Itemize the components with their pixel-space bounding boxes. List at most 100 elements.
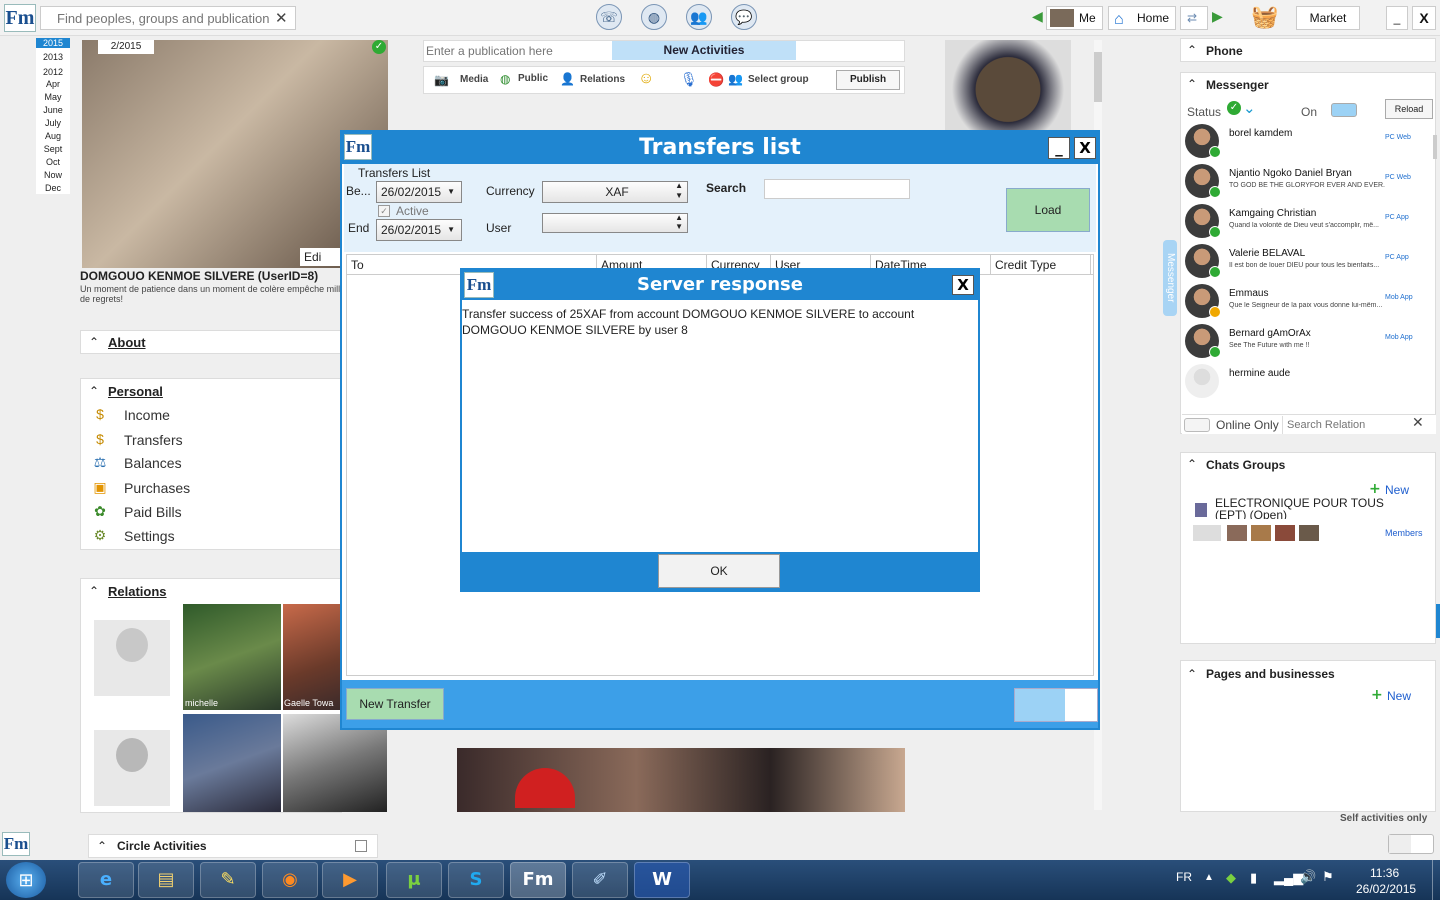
timeline-year-2013[interactable]: 2013: [36, 52, 70, 62]
relation-avatar-placeholder[interactable]: [94, 730, 170, 806]
load-button[interactable]: Load: [1006, 188, 1090, 232]
phone-call-icon[interactable]: ☏: [596, 4, 622, 30]
basket-icon[interactable]: 🧺: [1250, 4, 1280, 32]
clear-search-icon[interactable]: ✕: [1412, 415, 1424, 431]
app-logo[interactable]: Fm: [4, 4, 36, 32]
publish-button[interactable]: Publish: [836, 70, 900, 90]
relation-avatar-placeholder[interactable]: [94, 620, 170, 696]
user-select[interactable]: ▲ ▼: [542, 213, 688, 233]
month-item[interactable]: May: [36, 91, 70, 104]
feed-thumbnail[interactable]: [945, 40, 1071, 130]
people-icon[interactable]: 👥: [686, 4, 712, 30]
phone-section[interactable]: ⌃ Phone: [1180, 38, 1436, 62]
column-credit-type[interactable]: Credit Type: [991, 255, 1091, 275]
me-button[interactable]: Me: [1046, 6, 1103, 30]
begin-date-picker[interactable]: 26/02/2015 ▼: [376, 181, 462, 203]
explorer-icon[interactable]: ▤: [138, 862, 194, 898]
forward-arrow-icon[interactable]: ▶: [1212, 8, 1223, 25]
clock-time[interactable]: 11:36: [1370, 866, 1399, 880]
contact-item[interactable]: Njantio Ngoko Daniel Bryan TO GOD BE THE …: [1185, 164, 1435, 204]
volume-icon[interactable]: 🔊: [1300, 869, 1316, 885]
month-item[interactable]: Dec: [36, 182, 70, 195]
chat-icon[interactable]: 💬: [731, 4, 757, 30]
relation-photo[interactable]: michelle: [183, 604, 281, 710]
tray-app-icon[interactable]: ◆: [1226, 870, 1236, 886]
relations-label[interactable]: Relations: [108, 584, 167, 599]
paint-icon[interactable]: ✐: [572, 862, 628, 898]
search-clear-icon[interactable]: ✕: [275, 9, 288, 27]
menu-purchases[interactable]: ▣ Purchases: [90, 479, 190, 497]
ok-button[interactable]: OK: [658, 554, 780, 588]
active-checkbox[interactable]: ✓: [378, 205, 390, 217]
footer-toggle[interactable]: [1014, 688, 1098, 722]
messenger-side-tab[interactable]: Messenger: [1163, 240, 1177, 316]
collapse-chevron-icon[interactable]: ⌃: [1187, 667, 1197, 681]
public-button[interactable]: Public: [518, 73, 548, 84]
edit-photo-button[interactable]: Edi: [300, 248, 340, 266]
collapse-chevron-icon[interactable]: ⌃: [1187, 43, 1197, 57]
status-dropdown-icon[interactable]: ⌄: [1243, 99, 1256, 117]
month-item[interactable]: Sept: [36, 143, 70, 156]
no-entry-icon[interactable]: ⛔: [708, 72, 724, 88]
publication-box[interactable]: New Activities: [423, 40, 905, 62]
circle-activities-bar[interactable]: ⌃ Circle Activities: [88, 834, 378, 858]
close-app-button[interactable]: X: [1412, 6, 1436, 30]
firefox-icon[interactable]: ◉: [262, 862, 318, 898]
relations-button[interactable]: Relations: [580, 74, 625, 85]
transfer-search-input[interactable]: [764, 179, 910, 199]
new-page-button[interactable]: New: [1387, 689, 1411, 703]
flag-icon[interactable]: ⚑: [1322, 869, 1334, 885]
home-button[interactable]: ⌂ Home: [1108, 6, 1177, 30]
close-dialog-button[interactable]: X: [1074, 137, 1096, 159]
month-item[interactable]: Oct: [36, 156, 70, 169]
feed-image[interactable]: [457, 748, 905, 812]
fm-app-icon[interactable]: Fm: [510, 862, 566, 898]
media-player-icon[interactable]: ▶: [322, 862, 378, 898]
tool-icon[interactable]: ✎: [200, 862, 256, 898]
collapse-chevron-icon[interactable]: ⌃: [89, 584, 99, 598]
collapse-chevron-icon[interactable]: ⌃: [89, 335, 99, 349]
members-link[interactable]: Members: [1385, 528, 1423, 538]
sync-button[interactable]: ⇄: [1180, 6, 1208, 30]
relation-photo[interactable]: [183, 714, 281, 812]
menu-paid-bills[interactable]: ✿ Paid Bills: [90, 503, 181, 521]
minimize-dialog-button[interactable]: _: [1048, 137, 1070, 159]
currency-select[interactable]: XAF ▲ ▼: [542, 181, 688, 203]
personal-label[interactable]: Personal: [108, 384, 163, 399]
collapse-chevron-icon[interactable]: ⌃: [89, 384, 99, 398]
select-group-button[interactable]: Select group: [748, 74, 809, 85]
scrollbar-thumb[interactable]: [1094, 52, 1102, 102]
contact-item[interactable]: Emmaus Que le Seigneur de la paix vous do…: [1185, 284, 1435, 324]
contact-item[interactable]: Bernard gAmOrAx See The Future with me !!…: [1185, 324, 1435, 364]
clock-date[interactable]: 26/02/2015: [1356, 882, 1416, 896]
bottom-logo[interactable]: Fm: [2, 832, 30, 856]
contact-item[interactable]: borel kamdem PC Web: [1185, 124, 1435, 164]
transfers-title-bar[interactable]: Fm Transfers list _ X: [342, 132, 1098, 164]
minimize-button[interactable]: _: [1386, 6, 1408, 30]
month-item[interactable]: July: [36, 117, 70, 130]
search-box[interactable]: ✕: [40, 6, 296, 30]
battery-icon[interactable]: ▮: [1250, 870, 1257, 886]
collapse-chevron-icon[interactable]: ⌃: [97, 839, 107, 853]
new-transfer-button[interactable]: New Transfer: [346, 688, 444, 720]
maximize-icon[interactable]: [355, 840, 367, 852]
globe-icon[interactable]: ◍: [641, 4, 667, 30]
about-section[interactable]: ⌃ About: [80, 330, 342, 354]
month-item[interactable]: June: [36, 104, 70, 117]
self-activities-toggle[interactable]: [1388, 834, 1434, 854]
about-label[interactable]: About: [108, 335, 146, 350]
show-desktop-button[interactable]: [1432, 860, 1440, 900]
relation-photo[interactable]: Gaelle Towa: [283, 604, 341, 710]
menu-income[interactable]: $ Income: [90, 406, 170, 424]
status-toggle[interactable]: [1331, 103, 1357, 117]
collapse-chevron-icon[interactable]: ⌃: [1187, 457, 1197, 471]
back-arrow-icon[interactable]: ◀: [1032, 8, 1043, 25]
search-input[interactable]: [41, 7, 269, 29]
new-group-button[interactable]: New: [1385, 483, 1409, 497]
contact-item[interactable]: Valerie BELAVAL Il est bon de louer DIEU …: [1185, 244, 1435, 284]
month-item[interactable]: Apr: [36, 78, 70, 91]
smiley-icon[interactable]: ☺: [638, 70, 654, 88]
server-title-bar[interactable]: Fm Server response X: [462, 270, 978, 300]
contact-item[interactable]: hermine aude: [1185, 364, 1435, 404]
collapse-chevron-icon[interactable]: ⌃: [1187, 77, 1197, 91]
